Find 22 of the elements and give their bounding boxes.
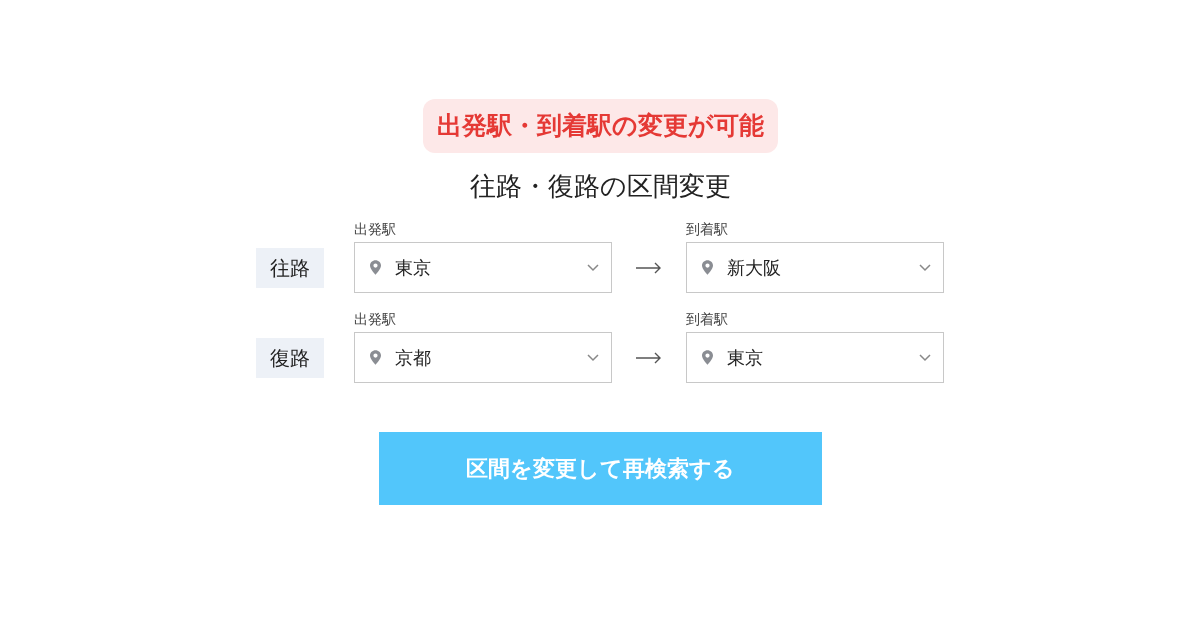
location-pin-icon [370, 260, 381, 275]
chevron-down-icon [587, 263, 599, 272]
chevron-down-icon [919, 263, 931, 272]
station-select[interactable]: 東京 [686, 332, 944, 383]
field-caption: 到着駅 [686, 311, 729, 329]
station-select[interactable]: 東京 [354, 242, 612, 293]
chevron-down-icon [919, 353, 931, 362]
station-select[interactable]: 新大阪 [686, 242, 944, 293]
notice-badge: 出発駅・到着駅の変更が可能 [422, 99, 778, 153]
field-caption: 到着駅 [686, 221, 729, 239]
location-pin-icon [370, 350, 381, 365]
chevron-down-icon [587, 353, 599, 362]
station-select[interactable]: 京都 [354, 332, 612, 383]
route-label: 往路 [256, 247, 324, 288]
field-caption: 出発駅 [354, 221, 397, 239]
field-caption: 出発駅 [354, 311, 397, 329]
arrow-right-icon [636, 351, 662, 364]
location-pin-icon [702, 350, 713, 365]
route-label: 復路 [256, 337, 324, 378]
section-title: 往路・復路の区間変更 [469, 170, 731, 203]
arrow-right-icon [636, 261, 662, 274]
location-pin-icon [702, 260, 713, 275]
